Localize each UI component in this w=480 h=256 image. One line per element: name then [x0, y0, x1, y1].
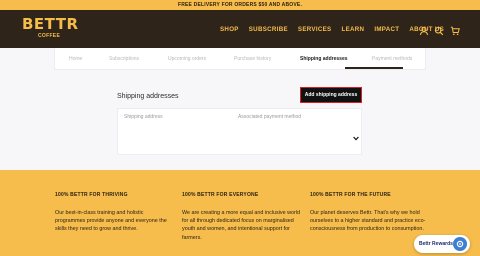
cart-icon[interactable]	[450, 23, 460, 36]
tab-purchase-history[interactable]: Purchase history	[234, 56, 271, 62]
nav-subscribe[interactable]: SUBSCRIBE	[249, 26, 288, 33]
nav-services[interactable]: SERVICES	[298, 26, 332, 33]
main-nav: SHOP SUBSCRIBE SERVICES LEARN IMPACT ABO…	[220, 10, 444, 48]
footer-column-thriving: 100% BETTR FOR THRIVING Our best-in-clas…	[55, 192, 173, 234]
chevron-down-icon[interactable]	[353, 128, 359, 141]
user-icon[interactable]	[419, 23, 429, 36]
footer-text: We are creating a more equal and inclusi…	[182, 210, 300, 241]
nav-shop[interactable]: SHOP	[220, 26, 239, 33]
impact-footer: 100% BETTR FOR THRIVING Our best-in-clas…	[0, 170, 480, 256]
tab-subscriptions[interactable]: Subscriptions	[109, 56, 139, 62]
bettr-rewards-button[interactable]: Bettr Rewards	[414, 235, 470, 253]
account-tabs: Home Subscriptions Upcoming orders Purch…	[54, 48, 426, 70]
footer-heading: 100% BETTR FOR THRIVING	[55, 192, 128, 198]
addresses-table: Shipping address Associated payment meth…	[117, 108, 362, 155]
nav-impact[interactable]: IMPACT	[374, 26, 399, 33]
site-header: BETTR COFFEE SHOP SUBSCRIBE SERVICES LEA…	[0, 10, 480, 48]
logo[interactable]: BETTR COFFEE	[22, 16, 78, 44]
rewards-icon	[453, 237, 467, 251]
tab-home[interactable]: Home	[69, 56, 82, 62]
footer-text: Our planet deserves Bettr. That's why we…	[310, 210, 426, 233]
column-header-payment-method: Associated payment method	[238, 114, 302, 120]
logo-subtitle: COFFEE	[38, 33, 61, 39]
promo-banner: FREE DELIVERY FOR ORDERS $50 AND ABOVE.	[0, 0, 480, 10]
tab-shipping-addresses[interactable]: Shipping addresses	[300, 56, 348, 62]
nav-learn[interactable]: LEARN	[342, 26, 365, 33]
section-title: Shipping addresses	[117, 93, 179, 100]
footer-text: Our best-in-class training and holistic …	[55, 210, 167, 233]
logo-wordmark: BETTR	[22, 15, 79, 33]
column-header-shipping-address: Shipping address	[124, 114, 163, 120]
footer-column-everyone: 100% BETTR FOR EVERYONE We are creating …	[182, 192, 300, 242]
tab-upcoming-orders[interactable]: Upcoming orders	[168, 56, 206, 62]
add-shipping-address-button[interactable]: Add shipping address	[300, 87, 362, 103]
shipping-addresses-panel: Shipping addresses Add shipping address …	[117, 87, 362, 155]
footer-heading: 100% BETTR FOR THE FUTURE	[310, 192, 391, 198]
rewards-label: Bettr Rewards	[419, 241, 453, 247]
footer-column-future: 100% BETTR FOR THE FUTURE Our planet des…	[310, 192, 428, 234]
promo-text: FREE DELIVERY FOR ORDERS $50 AND ABOVE.	[177, 2, 303, 8]
active-tab-indicator	[345, 67, 403, 69]
search-icon[interactable]	[434, 23, 444, 36]
footer-heading: 100% BETTR FOR EVERYONE	[182, 192, 259, 198]
tab-payment-methods[interactable]: Payment methods	[372, 56, 412, 62]
